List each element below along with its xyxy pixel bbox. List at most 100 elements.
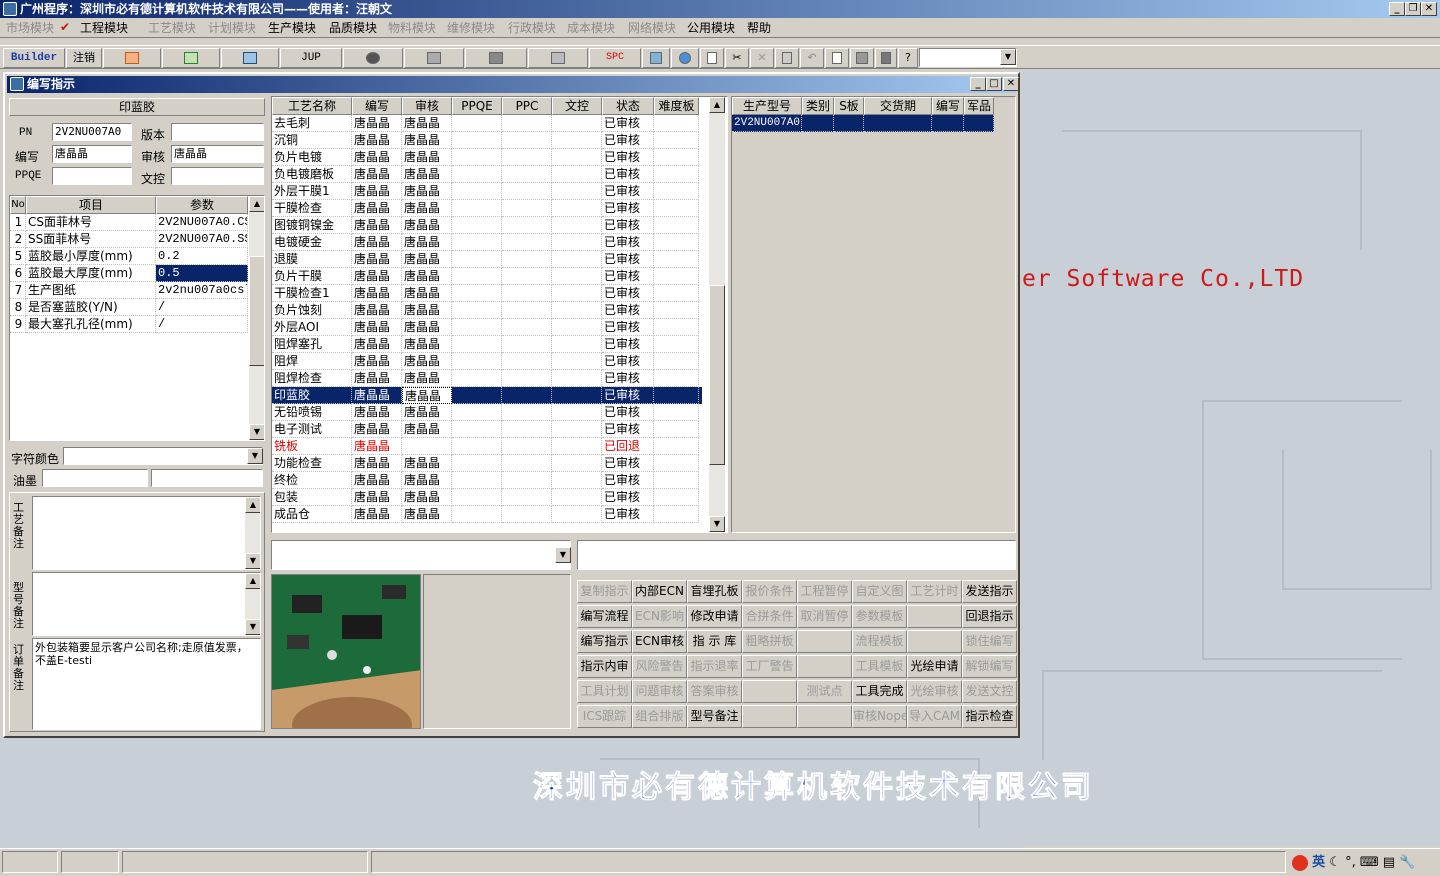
action-button-1-4[interactable]: 取消暂停 [797, 605, 852, 628]
cut-button[interactable]: ✂ [725, 48, 749, 68]
param-row[interactable]: 7生产图纸2v2nu007a0cslj. [10, 282, 249, 299]
menu-item-5[interactable]: 品质模块 [329, 20, 377, 36]
action-button-4-3[interactable] [742, 680, 797, 703]
process-row[interactable]: 印蓝胶 唐晶晶 唐晶晶 已审核 [272, 387, 702, 404]
window-minimize-button[interactable]: _ [970, 77, 986, 91]
process-header-5[interactable]: 文控 [552, 97, 602, 115]
action-button-4-7[interactable]: 发送文控 [962, 680, 1017, 703]
window-close-button[interactable]: ✕ [1003, 77, 1019, 91]
ppqe-field[interactable] [52, 167, 132, 185]
process-row[interactable]: 阻焊塞孔 唐晶晶 唐晶晶 已审核 [272, 336, 702, 353]
scroll-up-icon[interactable]: ▲ [245, 573, 260, 589]
menu-item-9[interactable]: 成本模块 [567, 20, 615, 36]
param-row[interactable]: 5 蓝胶最小厚度(mm) 0.2 [10, 248, 249, 265]
process-row[interactable]: 干膜检查 唐晶晶 唐晶晶 已审核 [272, 200, 702, 217]
action-button-2-0[interactable]: 编写指示 [577, 630, 632, 653]
process-row[interactable]: 负片干膜 唐晶晶 唐晶晶 已审核 [272, 268, 702, 285]
action-button-0-6[interactable]: 工艺计时 [907, 580, 962, 603]
action-button-1-6[interactable] [907, 605, 962, 628]
preview-button[interactable] [825, 48, 849, 68]
menu-item-2[interactable]: 工艺模块 [148, 20, 196, 36]
param-value[interactable]: 2v2nu007a0cslj. [156, 282, 248, 299]
chevron-down-icon[interactable]: ▼ [247, 448, 263, 464]
action-button-4-5[interactable]: 工具完成 [852, 680, 907, 703]
action-button-0-7[interactable]: 发送指示 [962, 580, 1017, 603]
menu-item-8[interactable]: 行政模块 [508, 20, 556, 36]
menu-item-6[interactable]: 物料模块 [388, 20, 436, 36]
process-row[interactable]: 铣板 唐晶晶 已回退 [272, 438, 702, 455]
excel-button[interactable] [162, 48, 220, 68]
action-button-3-6[interactable]: 光绘申请 [907, 655, 962, 678]
word-button[interactable] [221, 48, 279, 68]
menu-item-7[interactable]: 维修模块 [447, 20, 495, 36]
param-row[interactable]: 1CS面菲林号2V2NU007A0.CSLJ [10, 214, 249, 231]
menu-item-11[interactable]: 公用模块 [687, 20, 735, 36]
network-button[interactable] [465, 48, 527, 68]
save-button[interactable] [775, 48, 799, 68]
action-button-1-2[interactable]: 修改申请 [687, 605, 742, 628]
window-maximize-button[interactable]: □ [986, 77, 1002, 91]
action-button-2-2[interactable]: 指 示 库 [687, 630, 742, 653]
action-button-0-4[interactable]: 工程暂停 [797, 580, 852, 603]
param-value[interactable]: 0.2 [156, 248, 248, 265]
help-button[interactable]: ? [898, 48, 918, 68]
order-note-field[interactable]: 外包装箱要显示客户公司名称;走原值发票，不盖E-testi [32, 638, 261, 730]
action-button-0-1[interactable]: 内部ECN [632, 580, 687, 603]
process-header-1[interactable]: 编写 [352, 97, 402, 115]
spc-button[interactable]: SPC [589, 48, 641, 68]
action-button-1-3[interactable]: 合拼条件 [742, 605, 797, 628]
action-button-1-0[interactable]: 编写流程 [577, 605, 632, 628]
action-button-2-4[interactable] [797, 630, 852, 653]
delete-button[interactable]: ✕ [750, 48, 774, 68]
process-row[interactable]: 负电镀磨板 唐晶晶 唐晶晶 已审核 [272, 166, 702, 183]
action-button-0-5[interactable]: 自定义图 [852, 580, 907, 603]
chevron-down-icon[interactable]: ▼ [555, 547, 571, 563]
param-value[interactable]: / [156, 299, 248, 316]
keyboard-icon[interactable]: ⌨ [1360, 855, 1379, 870]
action-button-2-1[interactable]: ECN审核 [632, 630, 687, 653]
doc-control-field[interactable] [171, 167, 264, 185]
menu-icon[interactable]: ▤ [1383, 855, 1395, 870]
scroll-down-icon[interactable]: ▼ [249, 424, 264, 440]
logout-button[interactable]: 注销 [66, 48, 102, 68]
process-header-6[interactable]: 状态 [602, 97, 654, 115]
restore-button[interactable]: ❐ [1405, 2, 1421, 16]
eye-button[interactable] [343, 48, 403, 68]
scroll-down-icon[interactable]: ▼ [245, 619, 260, 635]
action-button-4-6[interactable]: 光绘审核 [907, 680, 962, 703]
model-header-2[interactable]: S板 [834, 97, 864, 115]
scroll-thumb[interactable] [709, 285, 725, 465]
ink-field-1[interactable] [42, 469, 148, 487]
process-header-2[interactable]: 审核 [402, 97, 452, 115]
process-row[interactable]: 电子测试 唐晶晶 唐晶晶 已审核 [272, 421, 702, 438]
action-button-3-3[interactable]: 工厂警告 [742, 655, 797, 678]
action-button-5-7[interactable]: 指示检查 [962, 705, 1017, 728]
process-row[interactable]: 去毛刺 唐晶晶 唐晶晶 已审核 [272, 115, 702, 132]
model-header-0[interactable]: 生产型号 [732, 97, 802, 115]
toolbar-combo[interactable]: ▼ [919, 48, 1017, 67]
pn-field[interactable]: 2V2NU007A0 [52, 123, 132, 141]
model-note-scrollbar[interactable]: ▲ ▼ [245, 573, 260, 635]
process-row[interactable]: 成品仓 唐晶晶 唐晶晶 已审核 [272, 506, 702, 523]
model-header-1[interactable]: 类别 [802, 97, 834, 115]
menu-item-4[interactable]: 生产模块 [268, 20, 316, 36]
process-row[interactable]: 负片电镀 唐晶晶 唐晶晶 已审核 [272, 149, 702, 166]
craft-note-field[interactable]: ▲ ▼ [32, 496, 261, 570]
action-button-4-0[interactable]: 工具计划 [577, 680, 632, 703]
new-button[interactable] [700, 48, 724, 68]
undo-button[interactable]: ↶ [800, 48, 824, 68]
action-button-4-2[interactable]: 答案审核 [687, 680, 742, 703]
action-button-3-0[interactable]: 指示内审 [577, 655, 632, 678]
char-color-select[interactable] [63, 447, 263, 465]
process-row[interactable]: 外层干膜1 唐晶晶 唐晶晶 已审核 [272, 183, 702, 200]
action-button-3-5[interactable]: 工具模板 [852, 655, 907, 678]
process-row[interactable]: 图镀铜镍金 唐晶晶 唐晶晶 已审核 [272, 217, 702, 234]
model-header-4[interactable]: 编写 [932, 97, 964, 115]
scroll-up-icon[interactable]: ▲ [245, 497, 260, 513]
process-row[interactable]: 退膜 唐晶晶 唐晶晶 已审核 [272, 251, 702, 268]
process-row[interactable]: 电镀硬金 唐晶晶 唐晶晶 已审核 [272, 234, 702, 251]
jup-button[interactable]: JUP [280, 48, 342, 68]
process-row[interactable]: 负片蚀刻 唐晶晶 唐晶晶 已审核 [272, 302, 702, 319]
action-button-0-2[interactable]: 盲埋孔板 [687, 580, 742, 603]
action-button-5-3[interactable] [742, 705, 797, 728]
